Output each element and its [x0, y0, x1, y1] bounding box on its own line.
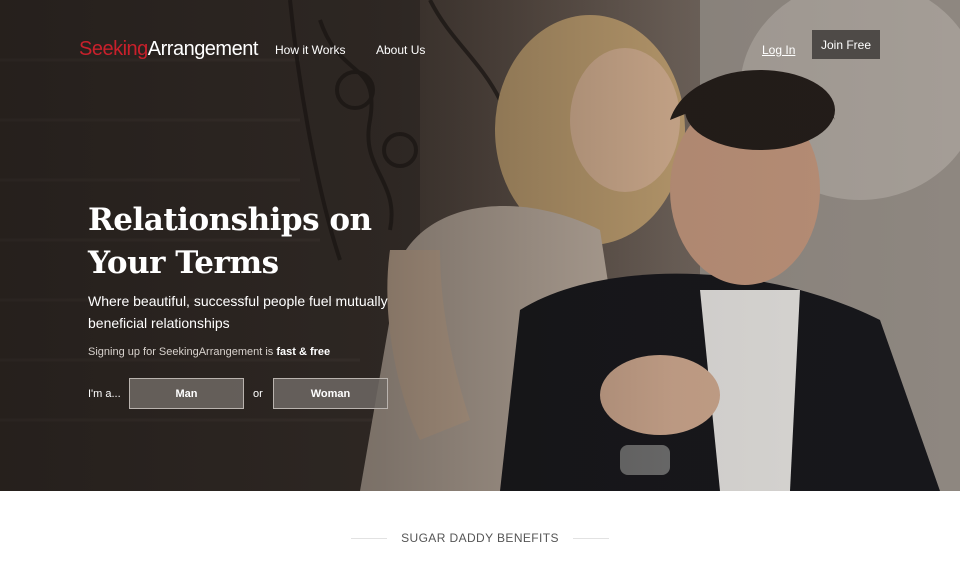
signup-note: Signing up for SeekingArrangement is fas… — [88, 346, 330, 358]
woman-button[interactable]: Woman — [273, 378, 388, 409]
join-free-button[interactable]: Join Free — [812, 30, 880, 59]
signup-note-prefix: Signing up for SeekingArrangement is — [88, 346, 277, 358]
hero-subheadline: Where beautiful, successful people fuel … — [88, 293, 388, 331]
benefits-heading: SUGAR DADDY BENEFITS — [0, 530, 960, 546]
top-nav: SeekingArrangement How it Works About Us… — [0, 0, 960, 100]
logo-part-2: Arrangement — [147, 38, 259, 60]
signup-note-bold: fast & free — [276, 346, 331, 358]
man-button[interactable]: Man — [129, 378, 244, 409]
nav-how-it-works[interactable]: How it Works — [275, 43, 345, 57]
divider-right — [572, 537, 609, 539]
login-link[interactable]: Log In — [762, 43, 795, 57]
or-label: or — [253, 388, 263, 400]
logo[interactable]: SeekingArrangement — [79, 38, 258, 61]
logo-part-1: Seeking — [79, 38, 148, 60]
divider-left — [351, 537, 388, 539]
nav-about-us[interactable]: About Us — [376, 43, 425, 57]
i-am-label: I'm a... — [88, 388, 121, 400]
benefits-title: SUGAR DADDY BENEFITS — [401, 531, 559, 545]
hero-headline: Relationships on Your Terms — [88, 202, 372, 281]
hero-section: SeekingArrangement How it Works About Us… — [0, 0, 960, 491]
